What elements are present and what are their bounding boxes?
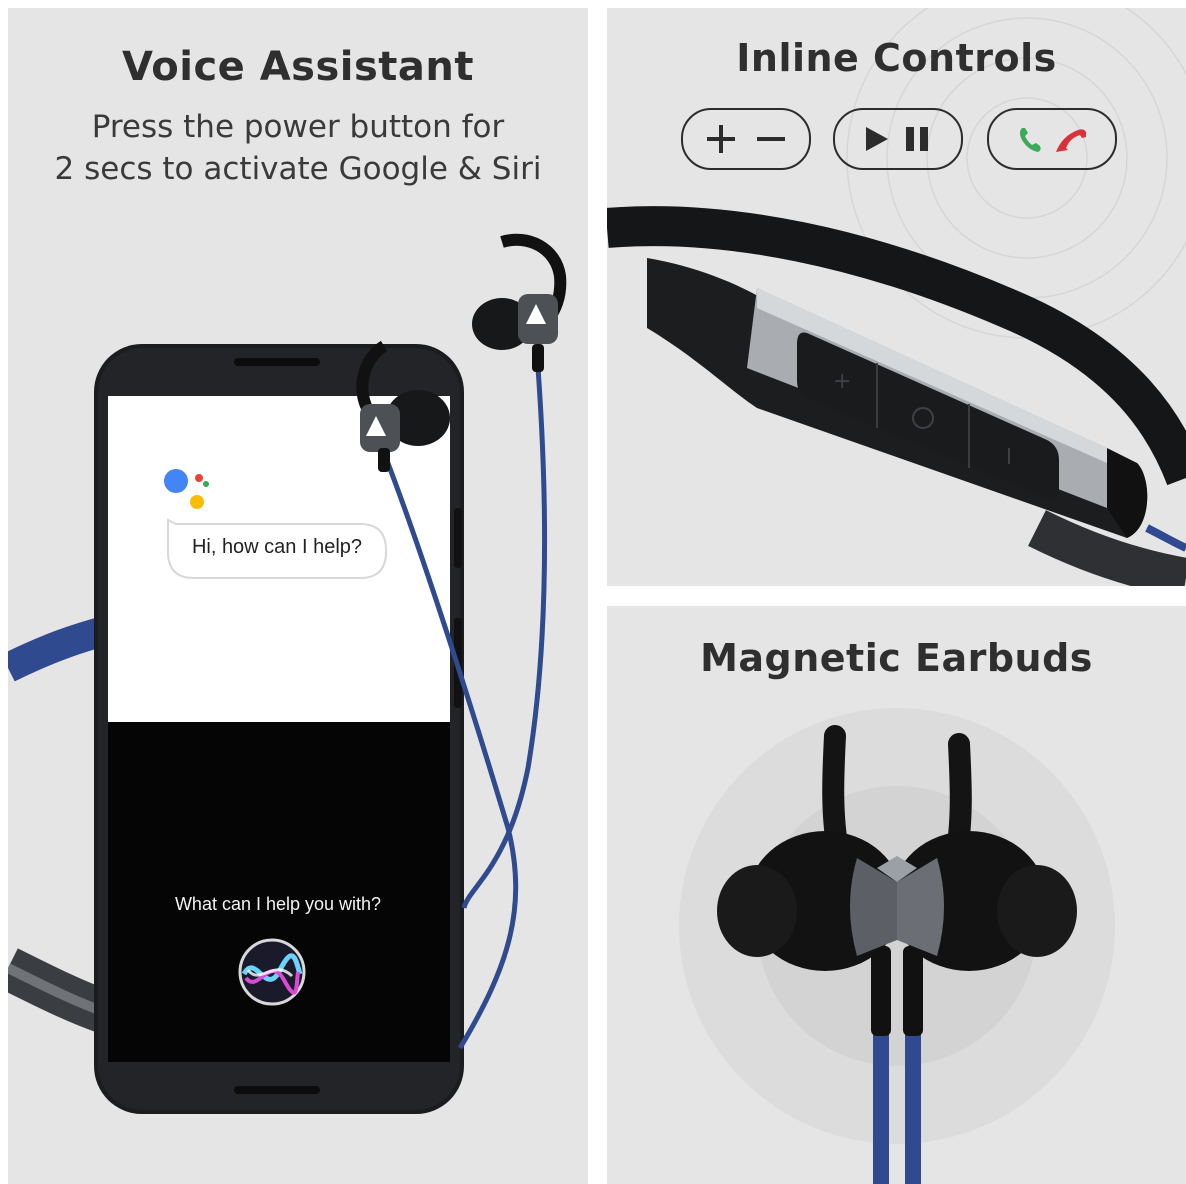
call-control-pill (987, 108, 1117, 170)
play-pause-icon (866, 127, 928, 151)
plus-minus-icon (707, 125, 785, 153)
inline-remote-illustration: + (607, 8, 1186, 586)
call-answer-end-icon (1020, 128, 1086, 152)
magnetic-earbuds-panel: Magnetic Earbuds (607, 606, 1186, 1184)
magnetic-earbuds-illustration (679, 708, 1115, 1184)
voice-assistant-panel: Voice Assistant Press the power button f… (8, 8, 588, 1184)
svg-text:+: + (833, 369, 851, 394)
inline-remote: + (647, 258, 1186, 552)
neckband-left (8, 615, 112, 682)
inline-controls-title: Inline Controls (736, 36, 1057, 80)
playback-control-pill (833, 108, 963, 170)
siri-icon (238, 938, 306, 1006)
magnetic-earbuds-title: Magnetic Earbuds (700, 636, 1093, 680)
google-bubble-text: Hi, how can I help? (191, 536, 363, 558)
cable-right (461, 367, 548, 909)
volume-control-pill (681, 108, 811, 170)
earbud-upper (472, 233, 567, 372)
phone-earphones-illustration (8, 233, 567, 1114)
siri-prompt-text: What can I help you with? (174, 894, 382, 914)
inline-controls-panel: + Inline Controls (607, 8, 1186, 586)
